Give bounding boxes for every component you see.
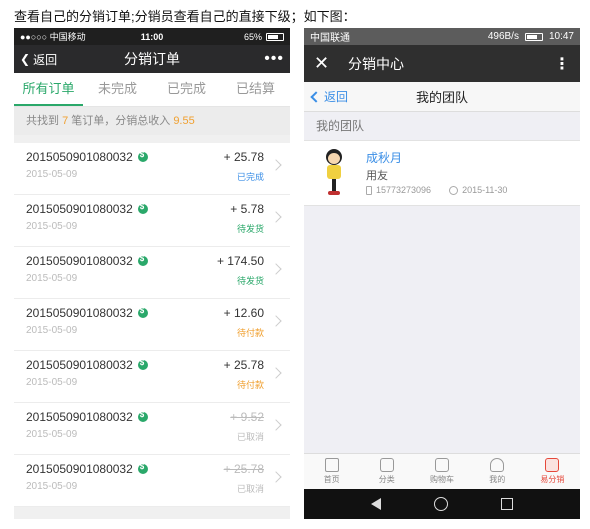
money-badge-icon (137, 150, 148, 162)
order-amount: + 174.50 (216, 254, 264, 268)
member-phone: 15773273096 (376, 185, 432, 195)
share-icon (545, 458, 560, 472)
page-title: 分销订单 (124, 51, 180, 67)
tab-all-orders[interactable]: 所有订单 (14, 73, 83, 106)
money-badge-icon (137, 254, 148, 266)
money-badge-icon (137, 202, 148, 214)
money-badge-icon (137, 462, 148, 474)
tab-home[interactable]: 首页 (304, 454, 359, 489)
order-row[interactable]: 2015050901080032 2015-05-09 + 12.60 待付款 (14, 299, 290, 351)
network-speed: 496B/s (487, 31, 519, 42)
page-title: 我的团队 (415, 90, 469, 105)
order-number: 2015050901080032 (26, 462, 133, 476)
order-row[interactable]: 2015050901080032 2015-05-09 + 174.50 待发货 (14, 247, 290, 299)
back-button[interactable]: 返回 (310, 88, 349, 105)
order-amount: + 12.60 (223, 306, 264, 320)
back-button[interactable]: ❮ 返回 (20, 51, 57, 68)
close-icon[interactable]: ✕ (314, 53, 336, 74)
status-bar: ●●○○○ 中国移动 11:00 65% (14, 28, 290, 45)
order-number: 2015050901080032 (26, 306, 133, 320)
money-badge-icon (137, 306, 148, 318)
status-time: 10:47 (548, 31, 574, 42)
order-status: 待发货 (236, 276, 264, 286)
order-amount: + 9.52 (230, 410, 264, 424)
order-amount: + 25.78 (223, 462, 264, 476)
carrier-label: ●●○○○ 中国移动 (20, 32, 86, 42)
total-income: 9.55 (173, 115, 195, 127)
app-title: 分销中心 (348, 55, 404, 72)
home-icon (324, 458, 339, 472)
order-row[interactable]: 2015050901080032 2015-05-09 + 9.52 已取消 (14, 403, 290, 455)
order-number: 2015050901080032 (26, 358, 133, 372)
money-badge-icon (137, 358, 148, 370)
android-nav-bar (304, 489, 580, 519)
battery-percent: 65% (243, 31, 262, 42)
order-status: 已取消 (236, 432, 264, 442)
chevron-left-icon (310, 90, 322, 103)
order-number: 2015050901080032 (26, 254, 133, 268)
tab-unfinished[interactable]: 未完成 (83, 73, 152, 106)
caption: 查看自己的分销订单;分销员查看自己的直接下级；如下图： (14, 9, 356, 24)
order-row[interactable]: 2015050901080032 2015-05-09 + 25.78 已完成 (14, 143, 290, 195)
order-row[interactable]: 2015050901080032 2015-05-09 + 25.78 已取消 (14, 455, 290, 507)
tab-distribution[interactable]: 易分销 (525, 454, 580, 489)
carrier-label: 中国联通 (310, 33, 350, 44)
order-summary: 共找到 7 笔订单，分销总收入 9.55 (14, 107, 290, 135)
right-phone-screen: 中国联通 496B/s 10:47 ✕ 分销中心 ⋮ 返回 我的团队 我的团队 … (304, 28, 580, 519)
tab-cart[interactable]: 购物车 (414, 454, 469, 489)
status-time: 11:00 (140, 31, 164, 42)
tab-category[interactable]: 分类 (359, 454, 414, 489)
more-vertical-icon[interactable]: ⋮ (554, 54, 570, 74)
order-status: 已完成 (236, 172, 264, 182)
back-label: 返回 (33, 52, 58, 67)
team-member-item[interactable]: 成秋月 用友 15773273096 2015-11-30 (304, 140, 580, 206)
order-row[interactable]: 2015050901080032 2015-05-09 + 5.78 待发货 (14, 195, 290, 247)
cart-icon (435, 458, 449, 472)
nav-home-icon[interactable] (433, 497, 448, 511)
left-phone-screen: ●●○○○ 中国移动 11:00 65% ❮ 返回 分销订单 ••• 所有订单 … (14, 28, 290, 519)
clock-icon (449, 185, 459, 195)
tab-finished[interactable]: 已完成 (152, 73, 221, 106)
app-header: ✕ 分销中心 ⋮ (304, 45, 580, 82)
order-amount: + 25.78 (223, 150, 264, 164)
status-bar: 中国联通 496B/s 10:47 (304, 28, 580, 45)
nav-back-icon[interactable] (370, 498, 381, 510)
user-icon (490, 458, 505, 472)
order-status: 待发货 (236, 224, 264, 234)
nav-recent-icon[interactable] (501, 498, 514, 510)
member-date: 2015-11-30 (462, 185, 508, 195)
battery-icon (266, 32, 284, 41)
tab-settled[interactable]: 已结算 (221, 73, 290, 106)
order-list: 2015050901080032 2015-05-09 + 25.78 已完成 … (14, 143, 290, 507)
order-amount: + 25.78 (223, 358, 264, 372)
order-number: 2015050901080032 (26, 150, 133, 164)
member-role: 用友 (366, 170, 388, 182)
money-badge-icon (137, 410, 148, 422)
tab-mine[interactable]: 我的 (470, 454, 525, 489)
nav-bar: ❮ 返回 分销订单 ••• (14, 45, 290, 73)
bottom-tab-bar: 首页 分类 购物车 我的 易分销 (304, 453, 580, 489)
category-icon (379, 458, 394, 472)
order-count: 7 (62, 115, 69, 127)
battery-icon (524, 32, 543, 41)
order-status: 待付款 (236, 380, 264, 390)
back-label: 返回 (324, 90, 349, 104)
avatar (318, 149, 350, 197)
order-number: 2015050901080032 (26, 410, 133, 424)
sub-nav-bar: 返回 我的团队 (304, 82, 580, 112)
section-title: 我的团队 (304, 112, 580, 140)
chevron-left-icon: ❮ (20, 52, 31, 66)
order-tabs: 所有订单 未完成 已完成 已结算 (14, 73, 290, 107)
phone-icon (366, 185, 372, 195)
more-menu-button[interactable]: ••• (264, 50, 284, 68)
order-status: 已取消 (236, 484, 264, 494)
order-amount: + 5.78 (230, 202, 264, 216)
order-number: 2015050901080032 (26, 202, 133, 216)
order-status: 待付款 (236, 328, 264, 338)
member-name: 成秋月 (366, 151, 403, 165)
order-row[interactable]: 2015050901080032 2015-05-09 + 25.78 待付款 (14, 351, 290, 403)
